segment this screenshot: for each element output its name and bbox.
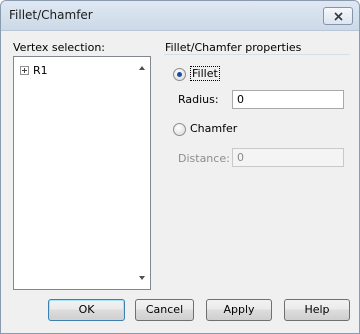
scroll-down-arrow-icon[interactable] bbox=[139, 276, 145, 280]
fillet-label-text: Fillet bbox=[190, 66, 220, 81]
ok-button[interactable]: OK bbox=[48, 299, 125, 321]
apply-button[interactable]: Apply bbox=[206, 299, 272, 321]
help-button[interactable]: Help bbox=[284, 299, 350, 321]
close-icon bbox=[334, 12, 343, 21]
tree-item-label: R1 bbox=[33, 64, 48, 77]
properties-group-title: Fillet/Chamfer properties bbox=[165, 41, 302, 54]
cancel-button[interactable]: Cancel bbox=[135, 299, 194, 321]
distance-label: Distance: bbox=[178, 152, 230, 165]
radius-label: Radius: bbox=[178, 93, 219, 106]
vertical-scrollbar[interactable] bbox=[133, 57, 150, 289]
fillet-radio[interactable] bbox=[173, 68, 186, 81]
scroll-up-arrow-icon[interactable] bbox=[139, 66, 145, 70]
fillet-label[interactable]: Fillet bbox=[190, 66, 220, 81]
vertex-selection-label: Vertex selection: bbox=[13, 41, 106, 54]
chamfer-label[interactable]: Chamfer bbox=[190, 122, 237, 135]
vertex-list[interactable]: R1 bbox=[13, 56, 151, 290]
radius-input[interactable]: 0 bbox=[232, 90, 344, 109]
group-divider bbox=[164, 54, 350, 55]
distance-input: 0 bbox=[232, 148, 344, 167]
close-button[interactable] bbox=[323, 7, 353, 25]
title-bar: Fillet/Chamfer bbox=[1, 1, 359, 31]
chamfer-radio[interactable] bbox=[173, 123, 186, 136]
expand-icon[interactable] bbox=[20, 66, 29, 75]
window-title: Fillet/Chamfer bbox=[9, 8, 93, 22]
fillet-chamfer-dialog: Fillet/Chamfer Vertex selection: R1 Fill… bbox=[0, 0, 360, 334]
